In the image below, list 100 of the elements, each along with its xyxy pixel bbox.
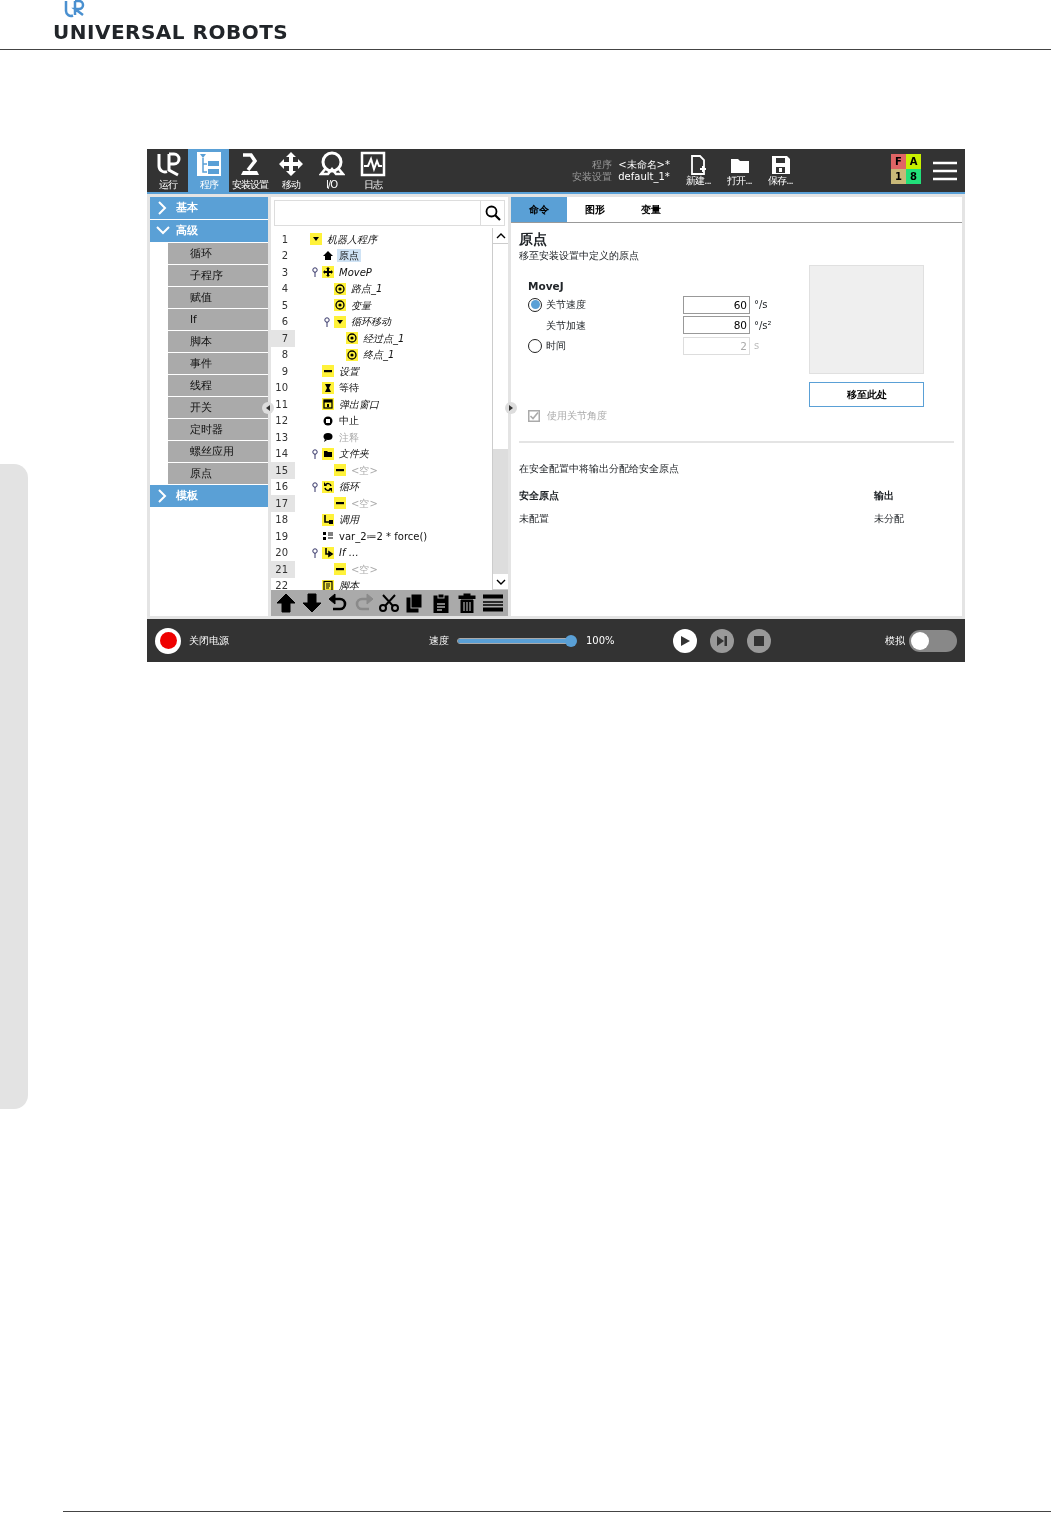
move-here-button[interactable]: 移至此处 bbox=[809, 381, 924, 407]
option-label: 关节速度 bbox=[546, 298, 586, 313]
tree-node[interactable]: 设置 bbox=[337, 364, 361, 378]
step-button[interactable] bbox=[709, 628, 734, 653]
sidebar-item[interactable]: 开关 bbox=[168, 397, 268, 419]
move-down-button[interactable] bbox=[301, 593, 322, 613]
tree-node[interactable]: 循环移动 bbox=[349, 315, 393, 329]
search-field[interactable] bbox=[274, 200, 505, 226]
status-indicator: 1 bbox=[891, 169, 906, 184]
tree-node[interactable]: 终点_1 bbox=[361, 348, 397, 362]
stop-button[interactable] bbox=[746, 628, 771, 653]
option-label: 关节加速 bbox=[546, 318, 586, 333]
line-number: 9 bbox=[280, 364, 289, 379]
table-cell-text: 未分配 bbox=[874, 512, 905, 527]
nav-tab[interactable]: 移动 bbox=[270, 149, 311, 192]
tree-node[interactable]: 调用 bbox=[337, 513, 361, 527]
play-icon bbox=[678, 634, 691, 647]
nav-tab[interactable]: 运行 bbox=[147, 149, 188, 192]
tree-node[interactable]: MoveP bbox=[337, 265, 374, 279]
line-number: 10 bbox=[274, 381, 289, 396]
tree-node[interactable]: If … bbox=[337, 546, 361, 560]
panel-tab[interactable]: 命令 bbox=[511, 197, 567, 222]
file-info-label: 安装设置 bbox=[572, 170, 613, 183]
tree-node[interactable]: 弹出窗口 bbox=[337, 397, 381, 411]
panel-tab[interactable]: 图形 bbox=[567, 197, 623, 222]
sidebar-item[interactable]: 定时器 bbox=[168, 419, 268, 441]
minus-node-icon bbox=[334, 563, 346, 576]
move-up-button[interactable] bbox=[275, 593, 296, 613]
sidebar-item[interactable]: 螺丝应用 bbox=[168, 441, 268, 463]
tree-node[interactable]: 文件夹 bbox=[337, 447, 371, 461]
tree-node[interactable]: 原点 bbox=[337, 249, 361, 263]
line-number: 3 bbox=[280, 265, 289, 280]
panel-tab[interactable]: 变量 bbox=[623, 197, 679, 222]
search-icon bbox=[484, 205, 501, 221]
undo-button[interactable] bbox=[327, 593, 348, 613]
speed-label: 速度 bbox=[429, 634, 449, 648]
power-label: 关闭电源 bbox=[189, 634, 229, 648]
file-button[interactable]: 打开... bbox=[719, 149, 760, 192]
minus-node-icon bbox=[334, 464, 346, 477]
target-icon bbox=[334, 282, 346, 295]
radio-button[interactable] bbox=[528, 297, 542, 312]
suppress-button[interactable] bbox=[482, 593, 503, 613]
target-icon bbox=[346, 348, 358, 361]
file-button[interactable]: 保存... bbox=[760, 149, 801, 192]
paste-button[interactable] bbox=[431, 593, 452, 613]
new-file-icon bbox=[688, 155, 709, 175]
node-title: 原点 bbox=[519, 231, 548, 248]
tree-node[interactable]: 机器人程序 bbox=[325, 232, 379, 246]
sidebar-item[interactable]: 子程序 bbox=[168, 265, 268, 287]
sidebar-item[interactable]: 脚本 bbox=[168, 331, 268, 353]
sidebar-item[interactable]: 赋值 bbox=[168, 287, 268, 309]
cut-button[interactable] bbox=[379, 593, 400, 613]
safety-note: 在安全配置中将输出分配给安全原点 bbox=[519, 462, 680, 477]
suppress-bars-icon bbox=[482, 593, 503, 613]
search-button[interactable] bbox=[480, 201, 504, 225]
line-number: 20 bbox=[274, 546, 289, 561]
value-field[interactable]: 60 bbox=[683, 295, 750, 314]
tree-node[interactable]: 路点_1 bbox=[349, 282, 385, 296]
tree-node[interactable]: var_2≔2 * force() bbox=[337, 529, 430, 543]
arrow-up-icon bbox=[275, 593, 296, 613]
tree-node[interactable]: 变量 bbox=[349, 298, 373, 312]
document-icon bbox=[322, 579, 334, 592]
tree-node[interactable]: 循环 bbox=[337, 480, 361, 494]
line-number: 21 bbox=[271, 561, 295, 578]
sidebar-item[interactable]: 循环 bbox=[168, 243, 268, 265]
sidebar-item[interactable]: 原点 bbox=[168, 463, 268, 485]
delete-button[interactable] bbox=[457, 593, 478, 613]
call-link-icon bbox=[322, 513, 334, 526]
nav-tab[interactable]: 日志 bbox=[352, 149, 393, 192]
tree-node[interactable]: 中止 bbox=[337, 414, 361, 428]
line-number: 17 bbox=[271, 495, 295, 512]
node-description: 移至安装设置中定义的原点 bbox=[519, 248, 640, 263]
scrollbar[interactable] bbox=[492, 228, 508, 590]
sidebar-item[interactable]: 事件 bbox=[168, 353, 268, 375]
line-number: 1 bbox=[280, 232, 289, 247]
nav-tab[interactable]: 安装设置 bbox=[229, 149, 270, 192]
cycle-arrows-icon bbox=[322, 480, 334, 493]
tree-node[interactable]: 脚本 bbox=[337, 579, 361, 593]
simulation-toggle[interactable] bbox=[909, 629, 957, 652]
stop-icon bbox=[753, 635, 764, 646]
unit-label: °/s² bbox=[754, 318, 772, 333]
unit-label: s bbox=[754, 339, 760, 354]
sidebar-item[interactable]: 线程 bbox=[168, 375, 268, 397]
undo-icon bbox=[327, 593, 348, 613]
file-button[interactable]: 新建... bbox=[678, 149, 719, 192]
checkbox-label: 使用关节角度 bbox=[547, 409, 607, 424]
play-button[interactable] bbox=[672, 628, 697, 653]
log-chart-icon bbox=[359, 151, 386, 177]
line-number: 11 bbox=[274, 397, 289, 412]
branch-arrow-icon bbox=[322, 546, 334, 559]
hourglass-icon bbox=[322, 381, 334, 394]
power-button[interactable] bbox=[155, 627, 181, 654]
sidebar-item[interactable]: If bbox=[168, 309, 268, 331]
tree-node[interactable]: 经过点_1 bbox=[361, 331, 407, 345]
status-indicator: 8 bbox=[906, 169, 921, 184]
tree-node[interactable]: 等待 bbox=[337, 381, 361, 395]
line-number: 4 bbox=[280, 282, 289, 297]
speed-reading: 100% bbox=[586, 634, 615, 648]
value-field[interactable]: 80 bbox=[683, 316, 750, 335]
nav-tab[interactable]: I/O bbox=[311, 149, 352, 192]
